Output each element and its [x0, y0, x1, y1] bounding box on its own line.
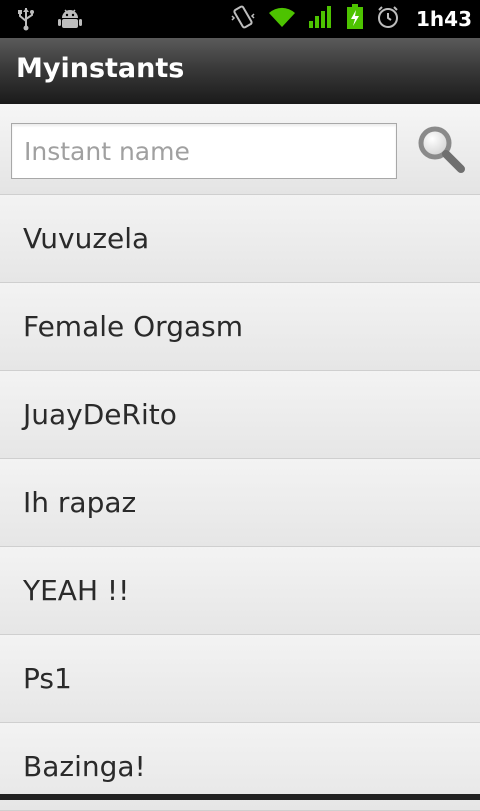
- list-item[interactable]: Ps1: [0, 635, 480, 723]
- instant-list: Vuvuzela Female Orgasm JuayDeRito Ih rap…: [0, 195, 480, 811]
- list-item[interactable]: Female Orgasm: [0, 283, 480, 371]
- list-item[interactable]: JuayDeRito: [0, 371, 480, 459]
- list-item[interactable]: Vuvuzela: [0, 195, 480, 283]
- search-icon: [416, 124, 466, 178]
- list-item-label: Ps1: [23, 662, 72, 695]
- android-debug-icon: [58, 8, 82, 34]
- search-button[interactable]: [410, 120, 472, 182]
- title-bar: Myinstants: [0, 38, 480, 105]
- list-item[interactable]: YEAH !!: [0, 547, 480, 635]
- list-item[interactable]: Ih rapaz: [0, 459, 480, 547]
- list-item-label: Bazinga!: [23, 750, 146, 783]
- usb-icon: [16, 7, 36, 35]
- bottom-edge: [0, 794, 480, 800]
- status-time: 1h43: [416, 7, 472, 31]
- app-title: Myinstants: [16, 53, 185, 84]
- search-bar: [0, 104, 480, 195]
- signal-icon: [308, 5, 334, 33]
- search-input[interactable]: [11, 123, 397, 179]
- list-item-label: JuayDeRito: [23, 398, 177, 431]
- alarm-icon: [376, 5, 400, 33]
- status-bar-left: [16, 7, 82, 35]
- status-bar-right: 1h43: [230, 4, 472, 34]
- list-item-label: Vuvuzela: [23, 222, 150, 255]
- list-item-label: YEAH !!: [23, 574, 130, 607]
- list-item-label: Ih rapaz: [23, 486, 137, 519]
- wifi-icon: [268, 5, 296, 33]
- list-item-label: Female Orgasm: [23, 310, 243, 343]
- status-bar: 1h43: [0, 0, 480, 38]
- vibrate-icon: [230, 4, 256, 34]
- battery-charging-icon: [346, 4, 364, 34]
